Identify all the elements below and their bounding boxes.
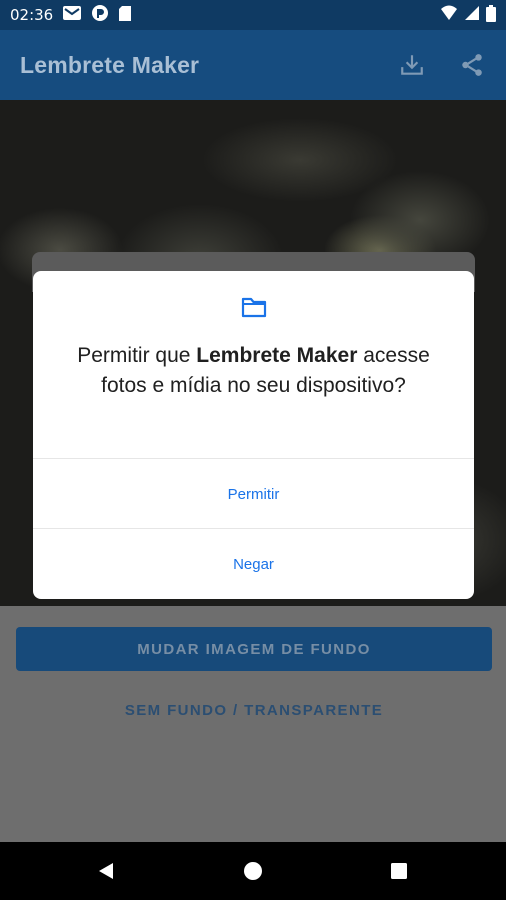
no-background-button[interactable]: SEM FUNDO / TRANSPARENTE (16, 690, 492, 730)
message-prefix: Permitir que (77, 344, 197, 367)
home-button[interactable] (223, 842, 283, 900)
status-time: 02:36 (10, 6, 54, 24)
bottom-panel: MUDAR IMAGEM DE FUNDO SEM FUNDO / TRANSP… (0, 606, 506, 842)
battery-icon (486, 4, 496, 26)
home-icon (244, 862, 262, 880)
permission-dialog: Permitir que Lembrete Maker acesse fotos… (33, 271, 474, 599)
recents-button[interactable] (369, 842, 429, 900)
dialog-message: Permitir que Lembrete Maker acesse fotos… (53, 341, 454, 401)
sd-card-icon (118, 5, 132, 26)
signal-icon (464, 5, 480, 25)
gmail-icon (62, 5, 82, 25)
deny-button[interactable]: Negar (33, 529, 474, 599)
allow-button[interactable]: Permitir (33, 459, 474, 529)
folder-icon (241, 297, 267, 318)
app-actions (398, 51, 486, 79)
status-left: 02:36 (10, 4, 132, 26)
download-button[interactable] (398, 51, 426, 79)
app-bar: Lembrete Maker (0, 30, 506, 100)
recents-icon (391, 863, 407, 879)
status-right (440, 4, 496, 26)
message-app-name: Lembrete Maker (196, 344, 358, 367)
pocket-casts-icon (91, 4, 109, 26)
navigation-bar (0, 842, 506, 900)
download-icon (401, 55, 423, 75)
share-icon (462, 54, 482, 76)
back-icon (99, 863, 113, 879)
back-button[interactable] (76, 842, 136, 900)
wifi-icon (440, 5, 458, 25)
app-title: Lembrete Maker (20, 51, 200, 78)
change-background-button[interactable]: MUDAR IMAGEM DE FUNDO (16, 627, 492, 671)
share-button[interactable] (458, 51, 486, 79)
status-bar: 02:36 (0, 0, 506, 30)
